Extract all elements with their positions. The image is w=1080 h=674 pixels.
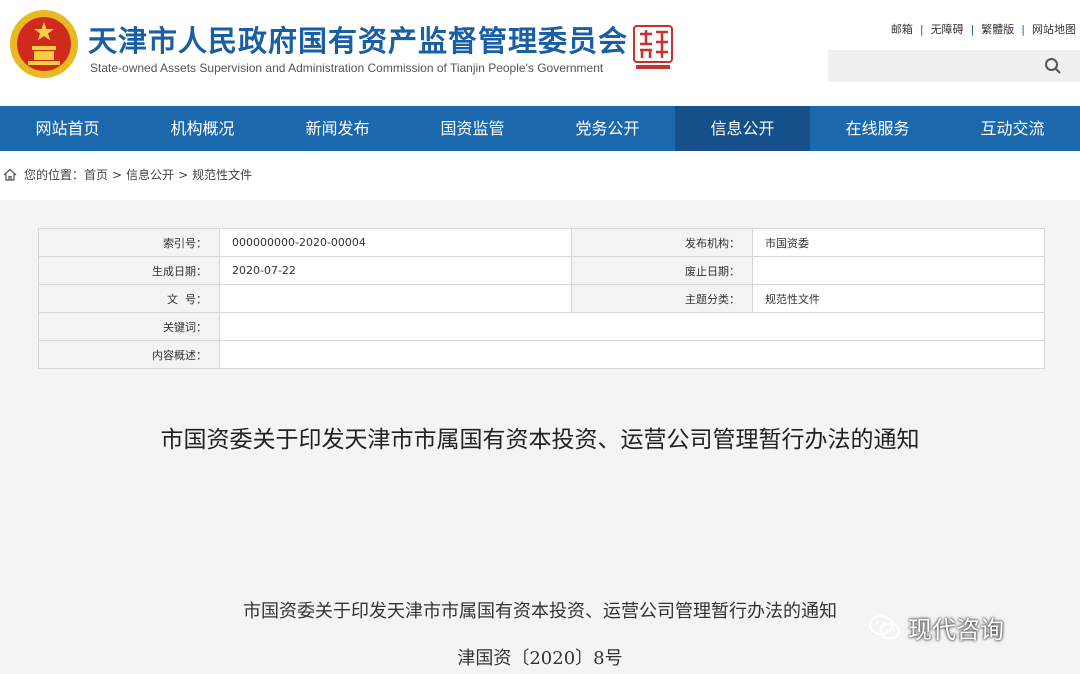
summary-value: [219, 340, 1045, 369]
breadcrumb-separator: >: [178, 167, 189, 182]
site-title: 天津市人民政府国有资产监督管理委员会: [88, 24, 629, 58]
search-icon[interactable]: [1044, 57, 1062, 75]
top-links: 邮箱 | 无障碍 | 繁體版 | 网站地图: [891, 21, 1076, 37]
topic-value: 规范性文件: [752, 284, 1045, 313]
table-row: 关键词：: [38, 312, 1045, 341]
date-label: 生成日期：: [38, 256, 220, 285]
traditional-chinese-link[interactable]: 繁體版: [981, 23, 1014, 36]
document-meta-table: 索引号： 000000000-2020-00004 发布机构： 市国资委 生成日…: [38, 228, 1045, 369]
nav-item-news[interactable]: 新闻发布: [270, 106, 405, 151]
nav-item-interaction[interactable]: 互动交流: [945, 106, 1080, 151]
nav-item-party-affairs[interactable]: 党务公开: [540, 106, 675, 151]
home-icon: [3, 168, 17, 181]
content-area: 索引号： 000000000-2020-00004 发布机构： 市国资委 生成日…: [0, 200, 1080, 674]
breadcrumb-normative-docs[interactable]: 规范性文件: [192, 166, 252, 183]
issuer-value: 市国资委: [752, 228, 1045, 257]
document-number: 津国资〔2020〕8号: [457, 648, 623, 669]
document-title: 市国资委关于印发天津市市属国有资本投资、运营公司管理暂行办法的通知: [160, 427, 920, 453]
breadcrumb-separator: >: [112, 167, 123, 182]
nav-item-online-services[interactable]: 在线服务: [810, 106, 945, 151]
separator: |: [1021, 23, 1025, 36]
breadcrumb-home[interactable]: 首页: [84, 166, 108, 183]
table-row: 生成日期： 2020-07-22 废止日期：: [38, 256, 1045, 285]
date-value: 2020-07-22: [219, 256, 572, 285]
topic-label: 主题分类：: [571, 284, 753, 313]
issuer-label: 发布机构：: [571, 228, 753, 257]
main-nav: 网站首页 机构概况 新闻发布 国资监管 党务公开 信息公开 在线服务 互动交流: [0, 106, 1080, 151]
table-row: 文 号： 主题分类： 规范性文件: [38, 284, 1045, 313]
repeal-date-value: [752, 256, 1045, 285]
nav-item-home[interactable]: 网站首页: [0, 106, 135, 151]
wechat-icon: [869, 614, 900, 639]
summary-label: 内容概述：: [38, 340, 220, 369]
national-emblem-icon: [10, 10, 78, 78]
nav-item-supervision[interactable]: 国资监管: [405, 106, 540, 151]
repeal-date-label: 废止日期：: [571, 256, 753, 285]
table-row: 索引号： 000000000-2020-00004 发布机构： 市国资委: [38, 228, 1045, 257]
breadcrumb-info-disclosure[interactable]: 信息公开: [126, 166, 174, 183]
index-label: 索引号：: [38, 228, 220, 257]
doc-number-label: 文 号：: [38, 284, 220, 313]
sitemap-link[interactable]: 网站地图: [1032, 23, 1076, 36]
breadcrumb: 您的位置： 首页 > 信息公开 > 规范性文件: [3, 166, 252, 183]
site-subtitle: State-owned Assets Supervision and Admin…: [90, 61, 604, 75]
search-input[interactable]: [828, 50, 1080, 82]
watermark-text: 现代咨询: [908, 616, 1004, 644]
index-value: 000000000-2020-00004: [219, 228, 572, 257]
tianjin-seal-logo: [633, 25, 673, 69]
separator: |: [919, 23, 924, 36]
nav-item-info-disclosure[interactable]: 信息公开: [675, 106, 810, 151]
doc-number-value: [219, 284, 572, 313]
keywords-value: [219, 312, 1045, 341]
separator: |: [970, 23, 975, 36]
mail-link[interactable]: 邮箱: [891, 23, 913, 36]
table-row: 内容概述：: [38, 340, 1045, 369]
keywords-label: 关键词：: [38, 312, 220, 341]
wechat-watermark: 现代咨询: [868, 610, 1004, 645]
nav-item-organization[interactable]: 机构概况: [135, 106, 270, 151]
breadcrumb-prefix: 您的位置：: [24, 168, 85, 182]
accessibility-link[interactable]: 无障碍: [931, 23, 964, 36]
site-header: 天津市人民政府国有资产监督管理委员会 State-owned Assets Su…: [0, 0, 1080, 106]
